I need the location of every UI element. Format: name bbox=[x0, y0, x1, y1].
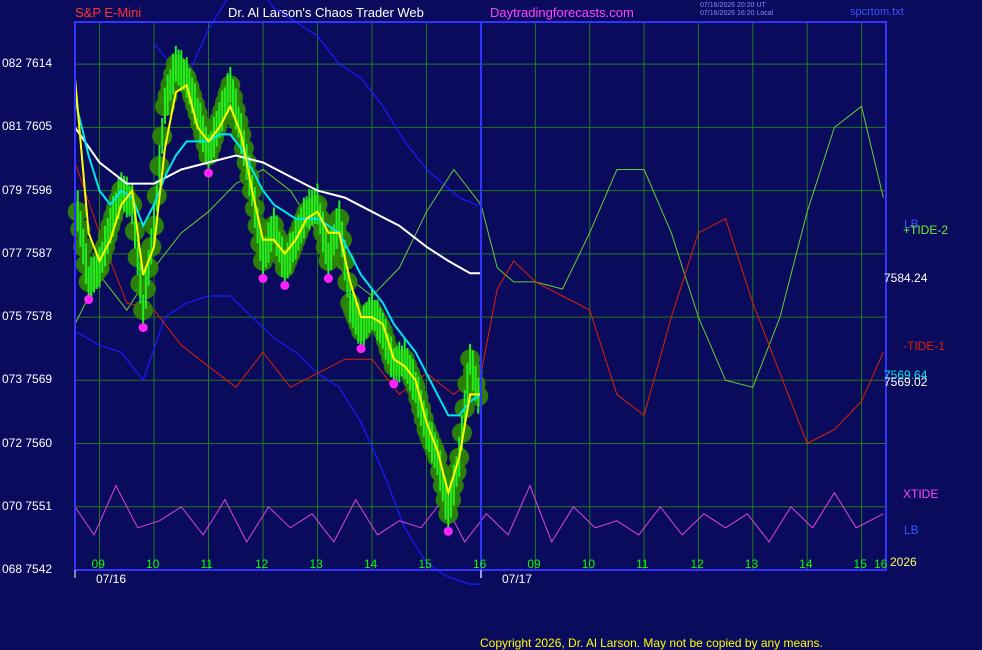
x-tick-label: 16 bbox=[874, 557, 888, 571]
x-tick-label: 12 bbox=[255, 557, 269, 571]
last-price-value: 7569.02 bbox=[884, 375, 928, 389]
y-tick-label: 075 7578 bbox=[2, 309, 53, 324]
reversal-marker bbox=[84, 295, 94, 305]
date-label-day2: 07/17 bbox=[502, 572, 533, 586]
y-tick-label: 082 7614 bbox=[2, 56, 53, 71]
reversal-marker bbox=[389, 379, 399, 389]
xtide-line bbox=[74, 484, 884, 544]
x-tick-label: 14 bbox=[799, 557, 813, 571]
reversal-marker bbox=[258, 273, 268, 283]
x-tick-label: 09 bbox=[91, 557, 105, 571]
lb-label-bottom: LB bbox=[904, 523, 919, 537]
year-label: 2026 bbox=[890, 555, 917, 569]
x-tick-label: 12 bbox=[690, 557, 704, 571]
x-tick-label: 15 bbox=[853, 557, 867, 571]
slow-average-value: 7584.24 bbox=[884, 271, 928, 285]
y-tick-label: 081 7605 bbox=[2, 119, 53, 134]
tide2-label: +TIDE-2 bbox=[903, 223, 949, 237]
y-tick-label: 079 7596 bbox=[2, 182, 53, 197]
x-tick-label: 16 bbox=[473, 557, 487, 571]
x-tick-label: 13 bbox=[744, 557, 759, 571]
y-tick-label: 073 7569 bbox=[2, 372, 53, 387]
tide-plus-line bbox=[74, 105, 884, 388]
reversal-marker bbox=[138, 323, 148, 333]
x-tick-label: 11 bbox=[200, 557, 213, 571]
price-chart bbox=[67, 0, 887, 585]
reversal-marker bbox=[204, 168, 214, 178]
y-tick-label: 077 7587 bbox=[2, 245, 53, 260]
tide1-label: -TIDE-1 bbox=[903, 339, 945, 353]
xtide-label: XTIDE bbox=[903, 487, 939, 501]
x-tick-label: 14 bbox=[364, 557, 378, 571]
x-tick-label: 13 bbox=[309, 557, 323, 571]
reversal-marker bbox=[443, 526, 453, 536]
date-label-day1: 07/16 bbox=[96, 572, 127, 586]
y-tick-label: 070 7551 bbox=[2, 498, 53, 513]
y-tick-label: 072 7560 bbox=[2, 435, 53, 450]
x-tick-label: 15 bbox=[418, 557, 432, 571]
price-glow bbox=[67, 54, 489, 524]
y-tick-label: 068 7542 bbox=[2, 562, 53, 576]
x-tick-label: 10 bbox=[146, 557, 160, 571]
tide-lines bbox=[74, 105, 884, 544]
x-tick-label: 09 bbox=[527, 557, 541, 571]
copyright-notice: Copyright 2026, Dr. Al Larson. May not b… bbox=[480, 636, 823, 650]
reversal-marker bbox=[323, 273, 333, 283]
reversal-marker bbox=[356, 344, 366, 354]
reversal-marker bbox=[280, 280, 290, 290]
x-tick-label: 10 bbox=[581, 557, 596, 571]
x-tick-label: 11 bbox=[636, 557, 649, 571]
